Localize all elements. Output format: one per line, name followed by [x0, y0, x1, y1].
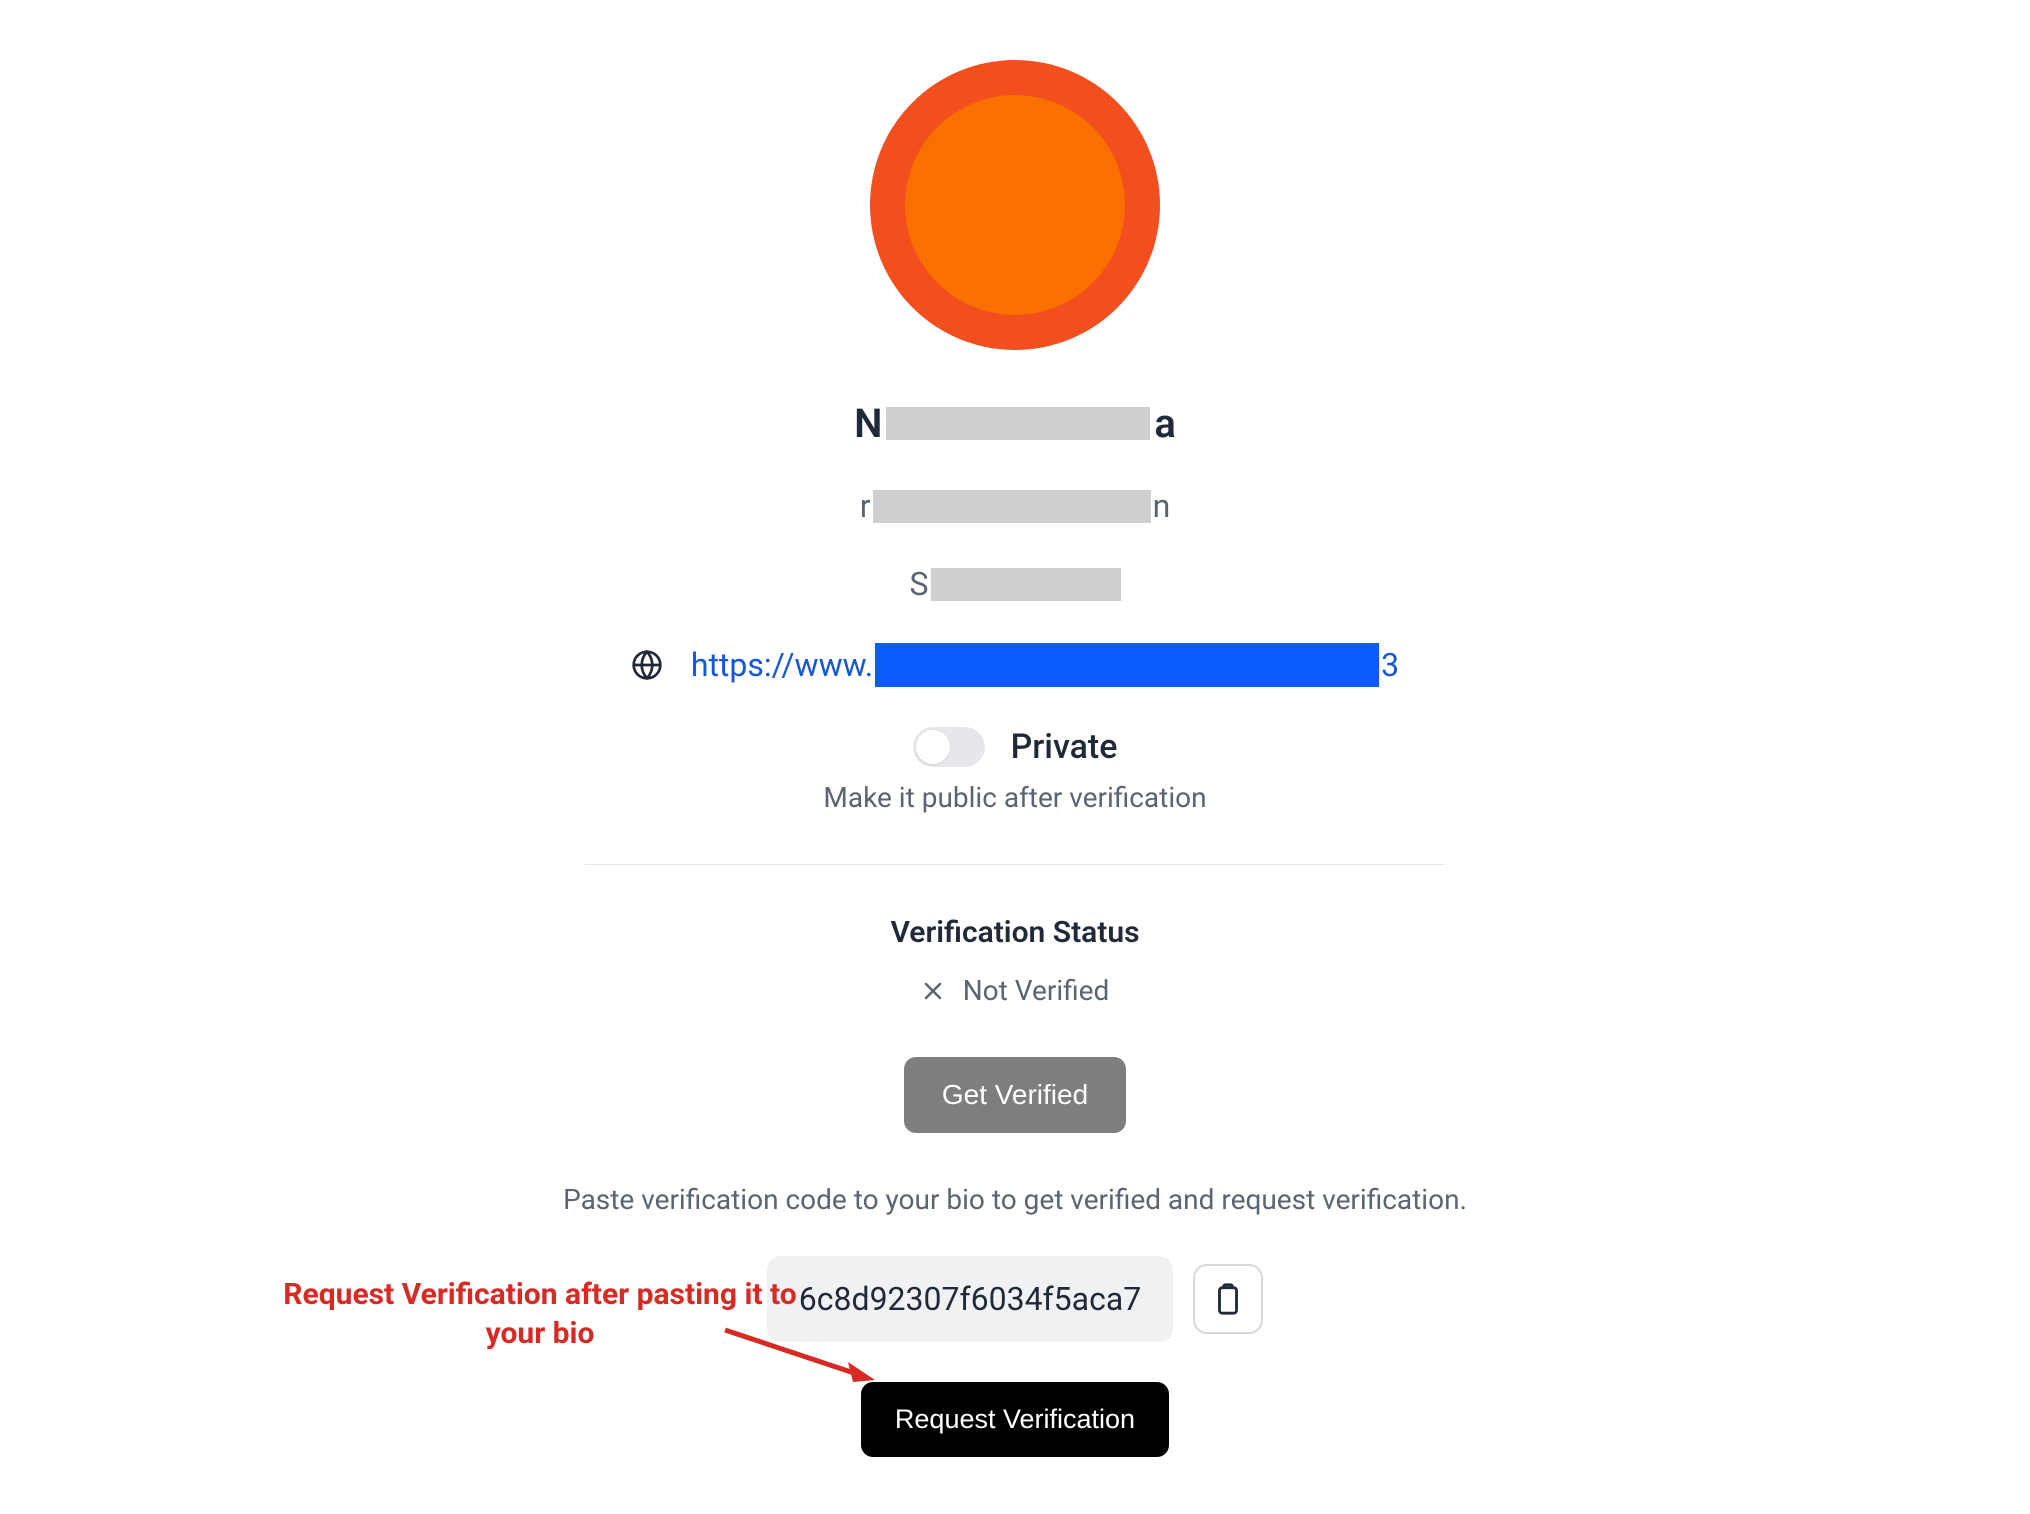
redacted-email: [873, 490, 1151, 523]
profile-type: S: [910, 565, 1121, 603]
redacted-type: [931, 568, 1121, 601]
name-suffix: a: [1154, 400, 1175, 447]
verification-status-text: Not Verified: [963, 974, 1110, 1007]
globe-icon: [631, 649, 663, 681]
email-prefix: r: [860, 487, 871, 525]
link-prefix: https://www.: [691, 646, 873, 684]
get-verified-button[interactable]: Get Verified: [904, 1057, 1126, 1133]
divider: [585, 864, 1445, 865]
avatar: [870, 60, 1160, 350]
profile-link-row: https://www. 3: [631, 643, 1399, 687]
link-suffix: 3: [1381, 646, 1399, 684]
avatar-inner: [905, 95, 1125, 315]
toggle-knob: [916, 730, 950, 764]
privacy-hint: Make it public after verification: [823, 781, 1206, 814]
verification-instruction: Paste verification code to your bio to g…: [563, 1183, 1467, 1216]
privacy-label: Private: [1011, 727, 1118, 767]
request-verification-button[interactable]: Request Verification: [861, 1382, 1169, 1457]
copy-code-button[interactable]: [1193, 1264, 1263, 1334]
privacy-row: Private: [913, 727, 1118, 767]
clipboard-icon: [1211, 1282, 1245, 1316]
profile-link[interactable]: https://www. 3: [691, 643, 1399, 687]
email-suffix: n: [1153, 487, 1171, 525]
name-prefix: N: [854, 400, 882, 447]
verification-status-row: Not Verified: [921, 974, 1110, 1007]
annotation-arrow-icon: [720, 1320, 880, 1390]
verification-section-title: Verification Status: [890, 915, 1139, 950]
type-prefix: S: [910, 565, 929, 603]
redacted-name: [886, 407, 1150, 440]
profile-email: r n: [860, 487, 1171, 525]
profile-name: N a: [854, 400, 1176, 447]
x-icon: [921, 979, 945, 1003]
redacted-link: [875, 643, 1379, 687]
privacy-toggle[interactable]: [913, 727, 985, 767]
